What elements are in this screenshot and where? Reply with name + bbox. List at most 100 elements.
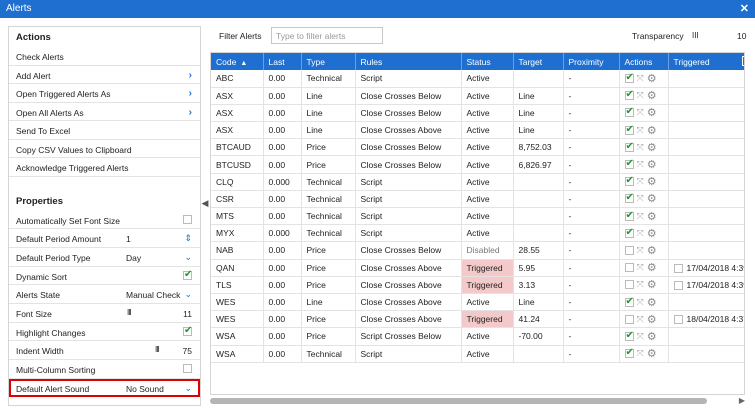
slider-grip-icon[interactable]: III bbox=[155, 345, 160, 354]
col-header-proximity[interactable]: Proximity bbox=[563, 53, 620, 70]
gear-icon[interactable]: ⚙ bbox=[647, 89, 657, 102]
alerts-state-value[interactable]: Manual Check bbox=[126, 290, 180, 300]
table-row[interactable]: QAN 0.00 Price Close Crosses Above Triggered… bbox=[211, 259, 744, 277]
table-row[interactable]: WES 0.00 Line Close Crosses Above Active Line… bbox=[211, 293, 744, 312]
enable-checkbox[interactable] bbox=[624, 106, 634, 118]
dynamic-sort-checkbox[interactable] bbox=[183, 269, 192, 280]
gear-icon[interactable]: ⚙ bbox=[647, 347, 657, 360]
col-header-last[interactable]: Last bbox=[263, 53, 302, 70]
table-row[interactable]: TLS 0.00 Price Close Crosses Above Triggered… bbox=[211, 276, 744, 294]
prop-highlight-changes[interactable]: Highlight Changes bbox=[9, 323, 200, 342]
expand-icon[interactable]: ⤧ bbox=[637, 73, 644, 84]
table-row[interactable]: NAB 0.00 Price Close Crosses Below Disabled 2… bbox=[211, 241, 744, 260]
gear-icon[interactable]: ⚙ bbox=[647, 261, 657, 274]
gear-icon[interactable]: ⚙ bbox=[647, 330, 657, 343]
expand-icon[interactable]: ⤧ bbox=[637, 125, 644, 136]
table-row[interactable]: BTCUSD 0.00 Price Close Crosses Below Active… bbox=[211, 155, 744, 174]
acknowledge-checkbox[interactable] bbox=[673, 263, 683, 273]
table-row[interactable]: ABC0.00TechnicalScriptActive-⤧⚙ bbox=[211, 70, 744, 88]
filter-input[interactable] bbox=[271, 27, 383, 44]
expand-icon[interactable]: ⤧ bbox=[637, 228, 644, 239]
enable-checkbox[interactable] bbox=[624, 245, 634, 255]
table-row[interactable]: MTS0.00TechnicalScriptActive-⤧⚙ bbox=[211, 207, 744, 226]
auto-font-size-checkbox[interactable] bbox=[183, 214, 192, 224]
acknowledge-checkbox[interactable] bbox=[673, 315, 683, 325]
prop-default-period-amount[interactable]: Default Period Amount 1 ⇕ bbox=[9, 229, 200, 248]
collapse-left-icon[interactable]: ◀ bbox=[201, 198, 209, 212]
gear-icon[interactable]: ⚙ bbox=[647, 158, 657, 171]
scroll-right-icon[interactable]: ▶ bbox=[739, 396, 745, 405]
action-item[interactable]: Check Alerts bbox=[9, 47, 200, 66]
expand-icon[interactable]: ⤧ bbox=[637, 90, 644, 101]
enable-checkbox[interactable] bbox=[624, 141, 634, 152]
enable-checkbox[interactable] bbox=[624, 330, 634, 341]
gear-icon[interactable]: ⚙ bbox=[647, 313, 657, 326]
col-header-target[interactable]: Target bbox=[513, 53, 564, 70]
gear-icon[interactable]: ⚙ bbox=[647, 244, 657, 257]
multi-column-sorting-checkbox[interactable] bbox=[183, 364, 192, 373]
table-row[interactable]: ASX 0.00 Line Close Crosses Above Active Line… bbox=[211, 121, 744, 140]
enable-checkbox[interactable] bbox=[624, 280, 634, 290]
expand-icon[interactable]: ⤧ bbox=[637, 107, 644, 118]
gear-icon[interactable]: ⚙ bbox=[647, 278, 657, 291]
chevron-down-icon[interactable]: ⌄ bbox=[184, 252, 192, 263]
spin-icon[interactable]: ⇕ bbox=[184, 233, 192, 244]
enable-checkbox[interactable] bbox=[624, 314, 634, 324]
enable-checkbox[interactable] bbox=[624, 175, 634, 187]
period-type-value[interactable]: Day bbox=[126, 253, 141, 263]
col-header-actions[interactable]: Actions bbox=[619, 53, 669, 70]
gear-icon[interactable]: ⚙ bbox=[647, 227, 657, 240]
col-header-status[interactable]: Status bbox=[461, 53, 514, 70]
table-row[interactable]: MYX0.000TechnicalScriptActive-⤧⚙ bbox=[211, 224, 744, 243]
enable-checkbox[interactable] bbox=[624, 124, 634, 135]
prop-indent-width[interactable]: Indent Width III 75 bbox=[9, 341, 200, 360]
table-row[interactable]: WES 0.00 Price Close Crosses Above Triggered… bbox=[211, 310, 744, 329]
expand-icon[interactable]: ⤧ bbox=[637, 348, 644, 359]
prop-font-size[interactable]: Font Size III 11 bbox=[9, 304, 200, 323]
expand-icon[interactable]: ⤧ bbox=[637, 262, 644, 273]
prop-alerts-state[interactable]: Alerts State Manual Check ⌄ bbox=[9, 285, 200, 304]
col-header-code[interactable]: Code ▲ bbox=[211, 53, 264, 70]
alert-sound-value[interactable]: No Sound bbox=[126, 384, 164, 394]
enable-checkbox[interactable] bbox=[624, 347, 634, 359]
expand-icon[interactable]: ⤧ bbox=[637, 211, 644, 222]
col-header-triggered[interactable]: Triggered+ bbox=[668, 53, 744, 70]
enable-checkbox[interactable] bbox=[624, 263, 634, 273]
gear-icon[interactable]: ⚙ bbox=[647, 106, 657, 119]
expand-icon[interactable]: ⤧ bbox=[637, 331, 644, 342]
enable-checkbox[interactable] bbox=[624, 192, 634, 204]
enable-checkbox[interactable] bbox=[624, 227, 634, 238]
slider-grip-icon[interactable]: III bbox=[692, 31, 699, 40]
expand-icon[interactable]: ⤧ bbox=[637, 142, 644, 153]
table-row[interactable]: CLQ0.000TechnicalScriptActive-⤧⚙ bbox=[211, 173, 744, 191]
table-row[interactable]: WSA 0.00 Price Script Crosses Below Active -7… bbox=[211, 327, 744, 346]
action-item[interactable]: Open Triggered Alerts As › bbox=[9, 84, 200, 103]
table-row[interactable]: WSA0.00TechnicalScriptActive-⤧⚙ bbox=[211, 345, 744, 363]
enable-checkbox[interactable] bbox=[624, 89, 634, 101]
gear-icon[interactable]: ⚙ bbox=[647, 72, 657, 85]
prop-dynamic-sort[interactable]: Dynamic Sort bbox=[9, 267, 200, 286]
acknowledge-checkbox[interactable] bbox=[673, 280, 683, 290]
expand-icon[interactable]: ⤧ bbox=[637, 314, 644, 325]
horizontal-scrollbar[interactable]: ▶ bbox=[210, 396, 745, 405]
table-row[interactable]: ASX 0.00 Line Close Crosses Below Active Line… bbox=[211, 104, 744, 123]
gear-icon[interactable]: ⚙ bbox=[647, 192, 657, 205]
enable-checkbox[interactable] bbox=[624, 296, 634, 307]
prop-multi-column-sorting[interactable]: Multi-Column Sorting bbox=[9, 360, 200, 379]
expand-icon[interactable]: ⤧ bbox=[637, 297, 644, 308]
chevron-down-icon[interactable]: ⌄ bbox=[184, 383, 192, 394]
gear-icon[interactable]: ⚙ bbox=[647, 210, 657, 223]
enable-checkbox[interactable] bbox=[624, 210, 634, 221]
highlight-changes-checkbox[interactable] bbox=[183, 325, 192, 336]
action-item[interactable]: Acknowledge Triggered Alerts bbox=[9, 158, 200, 177]
prop-default-period-type[interactable]: Default Period Type Day ⌄ bbox=[9, 248, 200, 267]
expand-icon[interactable]: ⤧ bbox=[637, 159, 644, 170]
gear-icon[interactable]: ⚙ bbox=[647, 175, 657, 188]
chevron-down-icon[interactable]: ⌄ bbox=[184, 289, 192, 300]
action-item[interactable]: Open All Alerts As › bbox=[9, 103, 200, 121]
period-amount-value[interactable]: 1 bbox=[126, 234, 131, 244]
action-item[interactable]: Send To Excel bbox=[9, 121, 200, 140]
table-row[interactable]: ASX 0.00 Line Close Crosses Below Active Line… bbox=[211, 87, 744, 105]
table-row[interactable]: BTCAUD 0.00 Price Close Crosses Below Active… bbox=[211, 138, 744, 157]
col-header-rules[interactable]: Rules bbox=[355, 53, 462, 70]
